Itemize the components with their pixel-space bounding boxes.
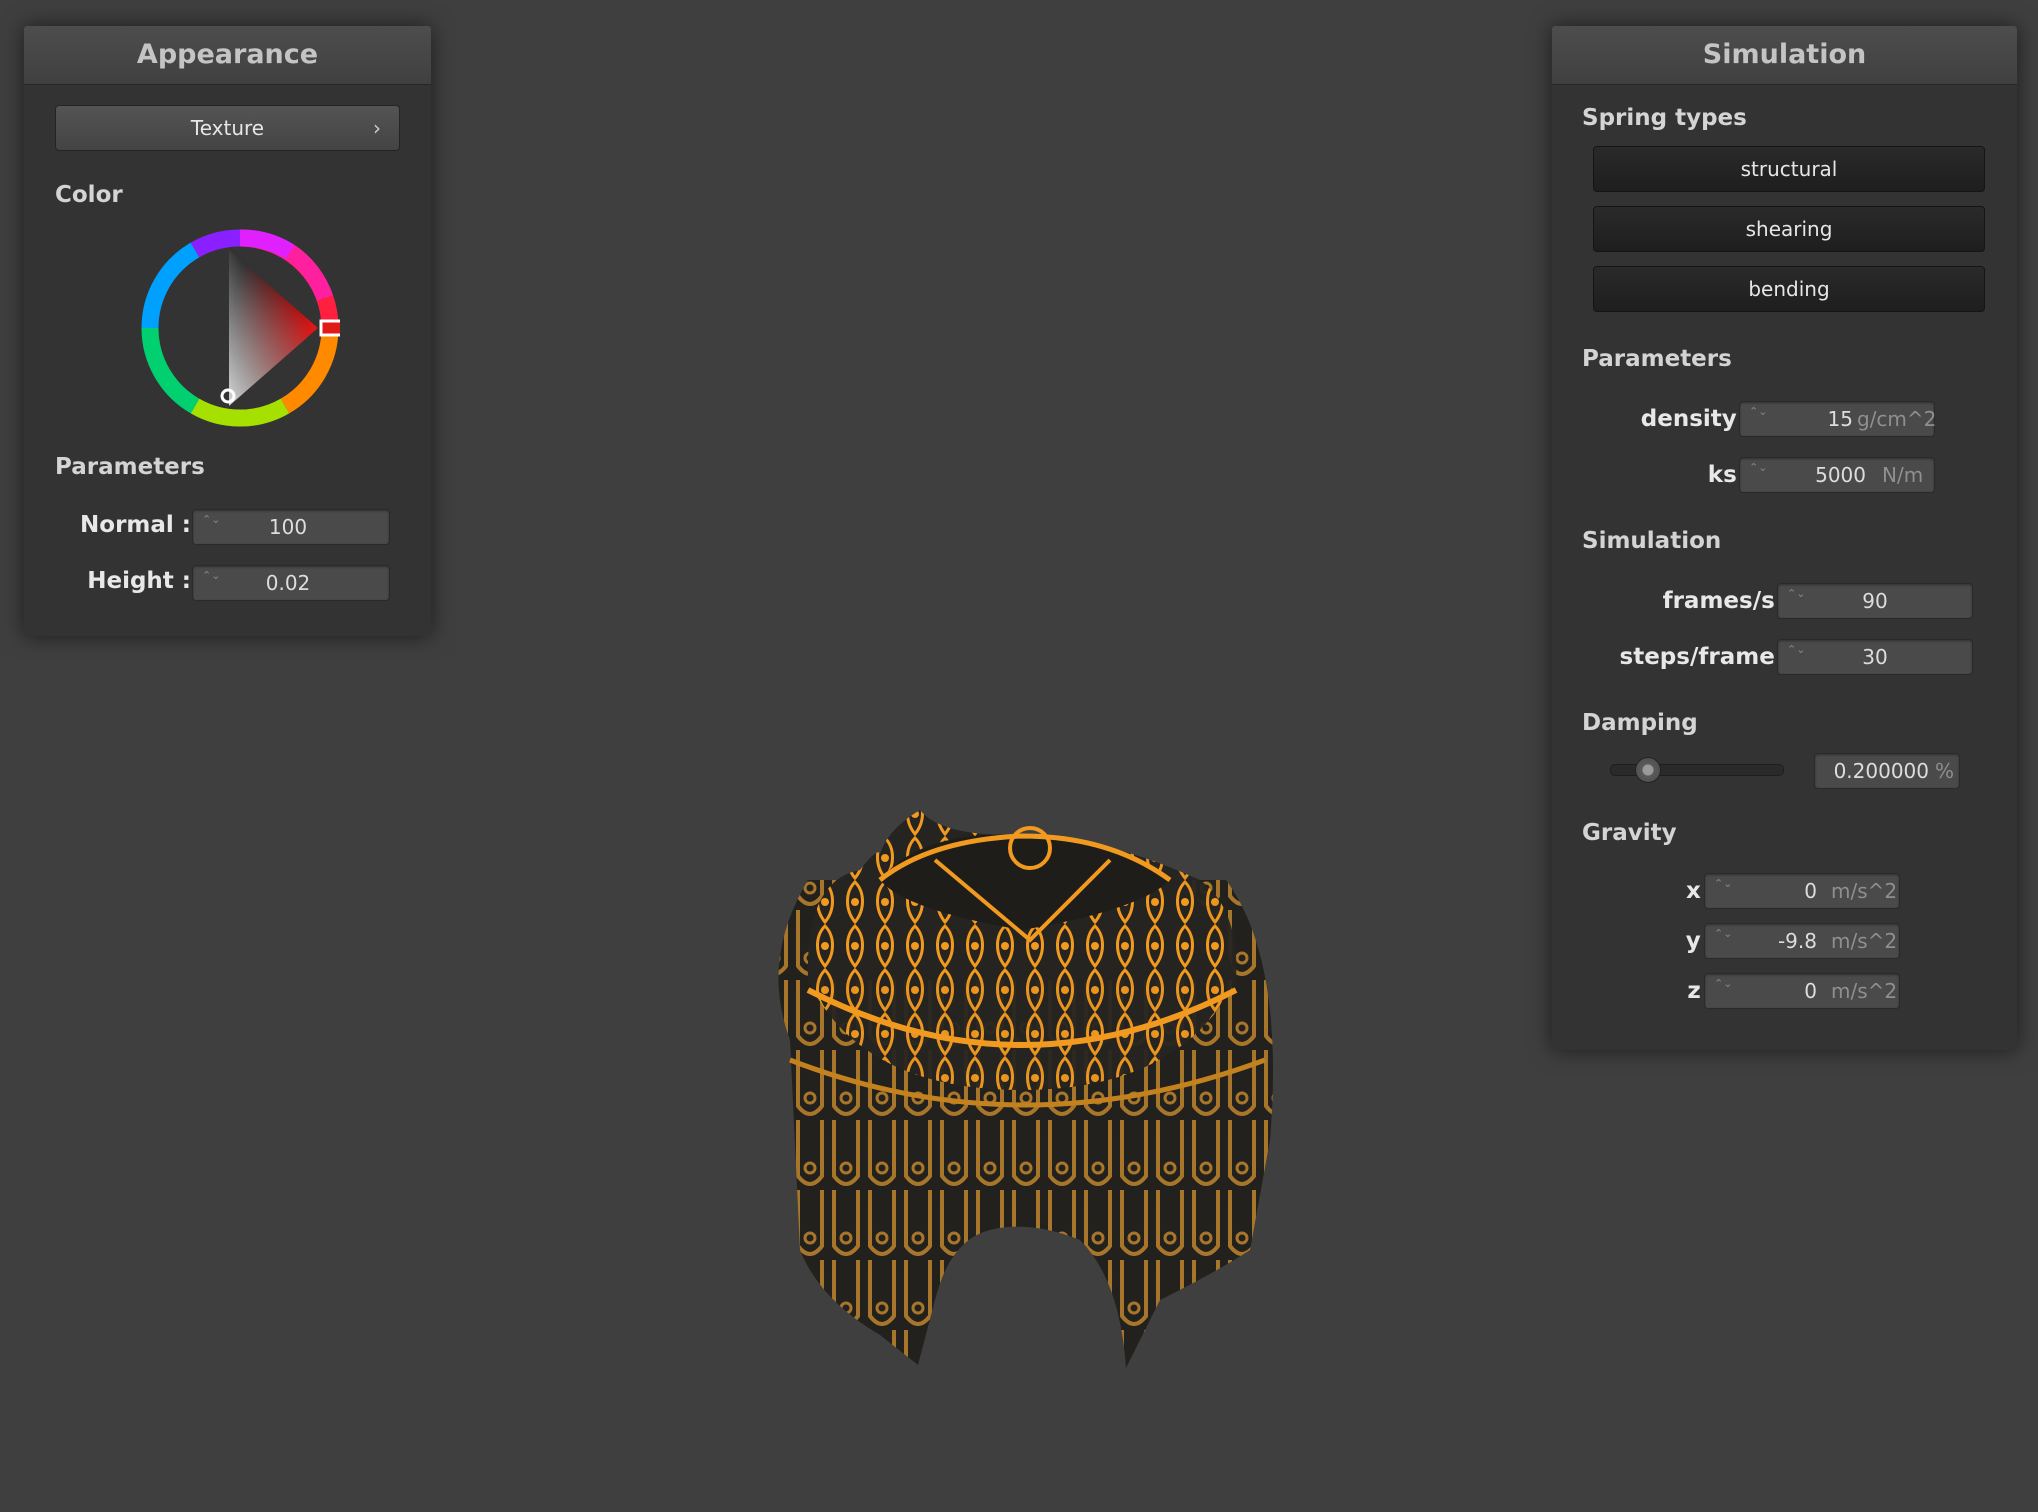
damping-slider[interactable] bbox=[1610, 757, 1784, 783]
chevron-right-icon: › bbox=[373, 116, 381, 140]
structural-toggle-button[interactable]: structural bbox=[1593, 146, 1985, 192]
height-field[interactable]: ⌃⌄ 0.02 bbox=[192, 565, 390, 601]
shearing-toggle-button[interactable]: shearing bbox=[1593, 206, 1985, 252]
gravity-z-value: 0 bbox=[1804, 979, 1817, 1003]
normal-label: Normal : bbox=[80, 512, 191, 538]
gravity-y-unit: m/s^2 bbox=[1831, 929, 1898, 953]
density-unit: g/cm^2 bbox=[1857, 407, 1937, 431]
color-section-title: Color bbox=[55, 182, 123, 208]
simulation-parameters-title: Parameters bbox=[1582, 346, 1732, 372]
spinner-arrows-icon[interactable]: ⌃⌄ bbox=[1749, 462, 1767, 488]
ks-field[interactable]: ⌃⌄ 5000 N/m bbox=[1739, 457, 1935, 493]
gravity-y-value: -9.8 bbox=[1777, 929, 1817, 953]
damping-value: 0.200000 bbox=[1833, 759, 1929, 783]
appearance-panel-title[interactable]: Appearance bbox=[24, 26, 431, 85]
density-label: density : bbox=[1640, 406, 1754, 432]
gravity-y-label: y : bbox=[1685, 928, 1718, 954]
spinner-arrows-icon[interactable]: ⌃⌄ bbox=[202, 570, 220, 596]
normal-field[interactable]: ⌃⌄ 100 bbox=[192, 509, 390, 545]
appearance-parameters-title: Parameters bbox=[55, 454, 205, 480]
gravity-x-value: 0 bbox=[1804, 879, 1817, 903]
gravity-x-unit: m/s^2 bbox=[1831, 879, 1898, 903]
bending-toggle-button[interactable]: bending bbox=[1593, 266, 1985, 312]
gravity-z-unit: m/s^2 bbox=[1831, 979, 1898, 1003]
spring-types-title: Spring types bbox=[1582, 105, 1747, 131]
ks-value: 5000 bbox=[1815, 463, 1866, 487]
gravity-section-title: Gravity bbox=[1582, 820, 1677, 846]
frames-per-second-value: 90 bbox=[1862, 589, 1888, 613]
color-wheel[interactable] bbox=[140, 228, 340, 428]
damping-section-title: Damping bbox=[1582, 710, 1698, 736]
steps-per-frame-value: 30 bbox=[1862, 645, 1888, 669]
steps-per-frame-label: steps/frame : bbox=[1619, 644, 1792, 670]
texture-button-label: Texture bbox=[190, 116, 265, 140]
simulation-section-title: Simulation bbox=[1582, 528, 1722, 554]
density-field[interactable]: ⌃⌄ 15 g/cm^2 bbox=[1739, 401, 1937, 437]
damping-field[interactable]: 0.200000 % bbox=[1814, 753, 1960, 789]
gravity-x-field[interactable]: ⌃⌄ 0 m/s^2 bbox=[1704, 873, 1900, 909]
gravity-z-label: z : bbox=[1687, 978, 1718, 1004]
gravity-y-field[interactable]: ⌃⌄ -9.8 m/s^2 bbox=[1704, 923, 1900, 959]
frames-per-second-field[interactable]: ⌃⌄ 90 bbox=[1777, 583, 1973, 619]
frames-per-second-label: frames/s : bbox=[1662, 588, 1792, 614]
damping-slider-knob[interactable] bbox=[1635, 757, 1661, 783]
steps-per-frame-field[interactable]: ⌃⌄ 30 bbox=[1777, 639, 1973, 675]
hue-marker[interactable] bbox=[319, 319, 340, 337]
ks-unit: N/m bbox=[1882, 463, 1924, 487]
spinner-arrows-icon[interactable]: ⌃⌄ bbox=[1714, 978, 1732, 1004]
spinner-arrows-icon[interactable]: ⌃⌄ bbox=[1714, 878, 1732, 904]
height-value: 0.02 bbox=[265, 571, 311, 595]
spinner-arrows-icon[interactable]: ⌃⌄ bbox=[1749, 406, 1767, 432]
gravity-x-label: x : bbox=[1685, 878, 1718, 904]
height-label: Height : bbox=[87, 568, 191, 594]
spinner-arrows-icon[interactable]: ⌃⌄ bbox=[1714, 928, 1732, 954]
appearance-panel: Appearance Texture › Color Parameters No… bbox=[24, 26, 431, 636]
texture-button[interactable]: Texture › bbox=[55, 105, 400, 151]
damping-unit: % bbox=[1935, 759, 1955, 783]
simulation-panel-title[interactable]: Simulation bbox=[1552, 26, 2017, 85]
simulation-panel: Simulation Spring types structural shear… bbox=[1552, 26, 2017, 1050]
spinner-arrows-icon[interactable]: ⌃⌄ bbox=[202, 514, 220, 540]
density-value: 15 bbox=[1827, 407, 1853, 431]
ks-label: ks : bbox=[1707, 462, 1754, 488]
spinner-arrows-icon[interactable]: ⌃⌄ bbox=[1787, 588, 1805, 614]
gravity-z-field[interactable]: ⌃⌄ 0 m/s^2 bbox=[1704, 973, 1900, 1009]
spinner-arrows-icon[interactable]: ⌃⌄ bbox=[1787, 644, 1805, 670]
normal-value: 100 bbox=[268, 515, 308, 539]
